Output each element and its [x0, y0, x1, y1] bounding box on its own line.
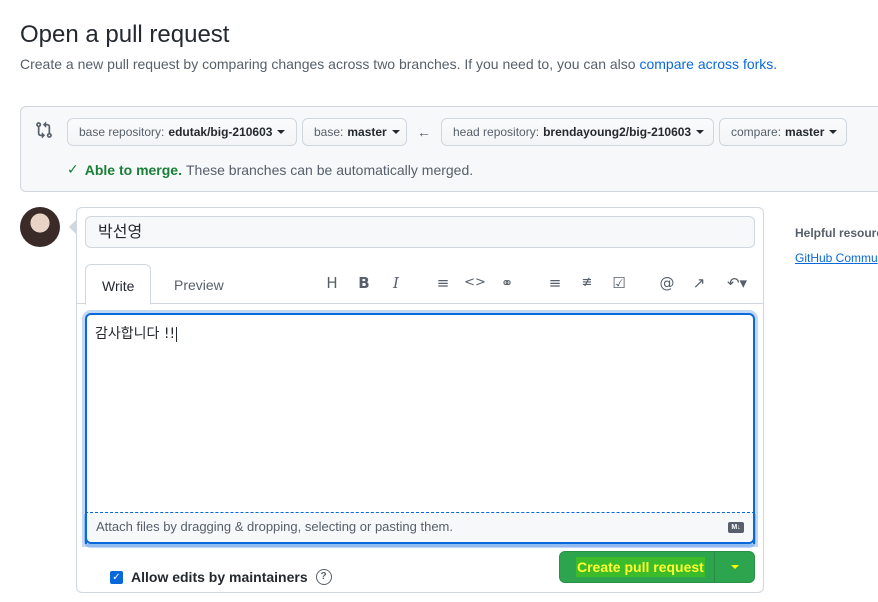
- code-icon[interactable]: <>: [464, 272, 486, 294]
- page-subtitle: Create a new pull request by comparing c…: [20, 56, 777, 72]
- italic-icon[interactable]: I: [385, 272, 407, 294]
- reference-icon[interactable]: ↗: [688, 272, 710, 294]
- title-input[interactable]: 박선영: [85, 216, 755, 248]
- bulleted-list-icon[interactable]: ≡: [544, 272, 566, 294]
- chevron-down-icon: [696, 130, 705, 134]
- pull-request-composer: 박선영 Write Preview H B I ≡ <> ⚭ ≡ ≢ ☑ @ ↗…: [69, 207, 764, 593]
- base-repository-label: base repository:: [79, 125, 165, 139]
- create-options-dropdown[interactable]: [714, 552, 754, 582]
- create-pull-request-main[interactable]: Create pull request: [560, 552, 714, 582]
- arrow-left-icon: ←: [417, 124, 431, 140]
- link-icon[interactable]: ⚭: [496, 272, 518, 294]
- allow-edits-label: Allow edits by maintainers: [131, 569, 308, 585]
- compare-range-box: base repository: edutak/big-210603 base:…: [20, 106, 878, 192]
- compare-branch-select[interactable]: compare: master: [719, 118, 847, 146]
- attach-files-bar[interactable]: Attach files by dragging & dropping, sel…: [85, 512, 755, 544]
- tab-preview[interactable]: Preview: [158, 264, 240, 305]
- chevron-down-icon: [730, 565, 739, 569]
- text-cursor: [176, 326, 178, 342]
- allow-edits-checkbox[interactable]: ✓: [110, 570, 123, 584]
- chevron-down-icon: [829, 130, 838, 134]
- body-value: 감사합니다 !!: [95, 326, 176, 342]
- chevron-down-icon: [277, 130, 286, 134]
- head-repository-value: brendayoung2/big-210603: [543, 125, 692, 139]
- page-title: Open a pull request: [20, 21, 230, 48]
- chevron-down-icon: [391, 130, 400, 134]
- subtitle-text: Create a new pull request by comparing c…: [20, 56, 636, 72]
- allow-edits-row[interactable]: ✓ Allow edits by maintainers ?: [110, 569, 332, 585]
- compare-across-forks-link[interactable]: compare across forks.: [639, 56, 777, 72]
- create-pull-request-button[interactable]: Create pull request: [559, 551, 755, 583]
- base-repository-select[interactable]: base repository: edutak/big-210603: [67, 118, 297, 146]
- head-repository-select[interactable]: head repository: brendayoung2/big-210603: [441, 118, 714, 146]
- avatar: [20, 207, 60, 247]
- create-pull-request-label: Create pull request: [576, 557, 705, 577]
- github-community-link[interactable]: GitHub Commu: [795, 251, 878, 265]
- base-repository-value: edutak/big-210603: [168, 125, 273, 139]
- quote-icon[interactable]: ≡: [432, 272, 454, 294]
- numbered-list-icon[interactable]: ≢: [576, 272, 598, 294]
- merge-status: ✓ Able to merge. These branches can be a…: [67, 161, 473, 178]
- bold-icon[interactable]: B: [353, 272, 375, 294]
- heading-icon[interactable]: H: [321, 272, 343, 294]
- base-branch-label: base:: [314, 125, 344, 139]
- markdown-icon[interactable]: M↓: [728, 522, 744, 533]
- compare-branch-value: master: [785, 125, 825, 139]
- compare-branch-label: compare:: [731, 125, 782, 139]
- merge-status-label: Able to merge.: [84, 161, 182, 178]
- task-list-icon[interactable]: ☑: [608, 272, 630, 294]
- check-icon: ✓: [67, 161, 79, 177]
- question-icon[interactable]: ?: [315, 569, 332, 585]
- helpful-resources-heading: Helpful resourc: [795, 226, 878, 240]
- reply-icon[interactable]: ↶▾: [722, 272, 752, 294]
- tab-write[interactable]: Write: [85, 264, 152, 305]
- body-text: 감사합니다 !!: [95, 323, 178, 343]
- base-branch-select[interactable]: base: master: [302, 118, 407, 146]
- body-textarea[interactable]: 감사합니다 !!: [85, 313, 755, 544]
- mention-icon[interactable]: @: [656, 272, 678, 294]
- attach-files-text: Attach files by dragging & dropping, sel…: [96, 519, 453, 534]
- base-branch-value: master: [347, 125, 387, 139]
- merge-status-detail: These branches can be automatically merg…: [185, 161, 474, 178]
- git-compare-icon: [36, 121, 52, 139]
- head-repository-label: head repository:: [453, 125, 540, 139]
